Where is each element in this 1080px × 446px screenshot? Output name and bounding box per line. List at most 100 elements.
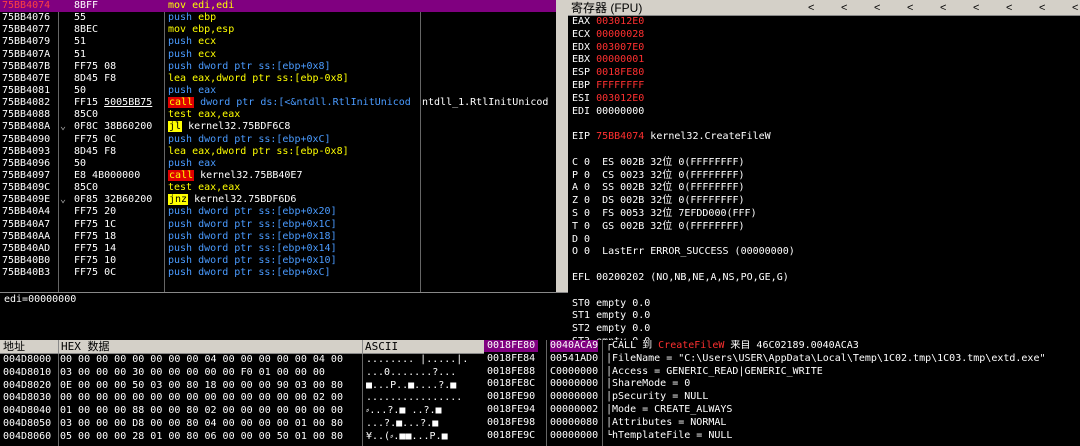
disasm-row[interactable]: 75BB40A4 FF75 20 push dword ptr ss:[ebp+0x…	[0, 206, 556, 218]
flag-row[interactable]: Z 0 DS 002B 32位 0(FFFFFFFF)	[568, 195, 1080, 208]
stack-row[interactable]: 0018FE88 C0000000 │Access = GENERIC_READ|G…	[484, 366, 1080, 379]
disasm-row[interactable]: 75BB4074 8BFF mov edi,edi	[0, 0, 556, 13]
disasm-row[interactable]: 75BB40AA FF75 18 push dword ptr ss:[ebp+0x…	[0, 231, 556, 243]
dump-row[interactable]: 004D8000 00 00 00 00 00 00 00 00 04 00 00…	[0, 354, 484, 367]
disasm-row[interactable]: 75BB4076 55 push ebp	[0, 12, 556, 24]
stack-value[interactable]: C0000000	[550, 366, 598, 378]
stack-value[interactable]: 00000000	[550, 391, 598, 403]
efl-row[interactable]: EFL 00200202 (NO,NB,NE,A,NS,PO,GE,G)	[568, 272, 1080, 285]
dump-ascii[interactable]: ¥..(⸗.■■...P.■	[366, 431, 482, 443]
register-value[interactable]: FFFFFFFF	[596, 80, 644, 91]
disasm-row[interactable]: 75BB4081 50 push eax	[0, 85, 556, 97]
register-row[interactable]: EBP FFFFFFFF	[568, 80, 1080, 93]
disasm-row[interactable]: 75BB407B FF75 08 push dword ptr ss:[ebp+0x…	[0, 61, 556, 73]
flag-row[interactable]: O 0 LastErr ERROR_SUCCESS (00000000)	[568, 246, 1080, 259]
register-row[interactable]: ESI 003012E0	[568, 93, 1080, 106]
register-scroll-arrow-icon[interactable]: <	[1006, 0, 1012, 16]
stack-row[interactable]: 0018FE90 00000000 │pSecurity = NULL	[484, 391, 1080, 404]
stack-value[interactable]: 00000000	[550, 430, 598, 442]
disasm-row[interactable]: 75BB4097 E8 4B000000 call kernel32.75BB40E…	[0, 169, 556, 182]
register-value[interactable]: 00000001	[596, 54, 644, 65]
register-value[interactable]: 0018FE80	[596, 67, 644, 78]
flag-row[interactable]: T 0 GS 002B 32位 0(FFFFFFFF)	[568, 221, 1080, 234]
register-value[interactable]: 75BB4074	[596, 131, 644, 142]
dump-col-ascii[interactable]: ASCII	[362, 340, 484, 354]
dump-col-address[interactable]: 地址	[3, 340, 25, 354]
stack-row[interactable]: 0018FE9C 00000000 └hTemplateFile = NULL	[484, 430, 1080, 443]
disasm-row[interactable]: 75BB40B3 FF75 0C push dword ptr ss:[ebp+0x…	[0, 267, 556, 279]
register-scroll-arrow-icon[interactable]: <	[841, 0, 847, 16]
disasm-row[interactable]: 75BB407E 8D45 F8 lea eax,dword ptr ss:[ebp…	[0, 73, 556, 85]
dump-ascii[interactable]: ⸗...?.■ ..?.■	[366, 405, 482, 417]
dump-hex[interactable]: 03 00 00 00 D8 00 00 80 04 00 00 00 00 0…	[60, 418, 343, 430]
dump-hex[interactable]: 00 00 00 00 00 00 00 00 00 00 00 00 00 0…	[60, 392, 343, 404]
dump-row[interactable]: 004D8050 03 00 00 00 D8 00 00 80 04 00 00…	[0, 418, 484, 431]
flag-row[interactable]: D 0	[568, 234, 1080, 247]
flag-row[interactable]: C 0 ES 002B 32位 0(FFFFFFFF)	[568, 157, 1080, 170]
dump-ascii[interactable]: ................	[366, 392, 482, 404]
disasm-row[interactable]: 75BB4096 50 push eax	[0, 158, 556, 170]
flag-row[interactable]: P 0 CS 0023 32位 0(FFFFFFFF)	[568, 170, 1080, 183]
disasm-row[interactable]: 75BB4082 FF15 5005BB75 call dword ptr ds:[…	[0, 97, 556, 109]
disassembly-pane[interactable]: 75BB4074 8BFF mov edi,edi 75BB4076 55 push eb…	[0, 0, 556, 292]
dump-ascii[interactable]: ■...P..■....?.■	[366, 380, 482, 392]
register-value[interactable]: 003012E0	[596, 16, 644, 27]
dump-hex[interactable]: 00 00 00 00 00 00 00 00 04 00 00 00 00 0…	[60, 354, 343, 366]
flag-row[interactable]: A 0 SS 002B 32位 0(FFFFFFFF)	[568, 182, 1080, 195]
disasm-row[interactable]: 75BB4079 51 push ecx	[0, 36, 556, 48]
stack-row[interactable]: 0018FE94 00000002 │Mode = CREATE_ALWAYS	[484, 404, 1080, 417]
register-value[interactable]: 003007E0	[596, 42, 644, 53]
stack-row[interactable]: 0018FE98 00000080 │Attributes = NORMAL	[484, 417, 1080, 430]
disasm-row[interactable]: 75BB409E ⌄ 0F85 32B60200 jnz kernel32.75BDF…	[0, 194, 556, 206]
stack-value[interactable]: 0040ACA9	[550, 340, 599, 352]
dump-hex[interactable]: 01 00 00 00 88 00 00 80 02 00 00 00 00 0…	[60, 405, 343, 417]
stack-row[interactable]: 0018FE80 0040ACA9 ┌CALL 到 CreateFileW 来自 4…	[484, 340, 1080, 353]
register-value[interactable]: 00000028	[596, 29, 644, 40]
disasm-row[interactable]: 75BB408A ⌄ 0F8C 38B60200 jl kernel32.75BDF6…	[0, 121, 556, 133]
register-row[interactable]: ESP 0018FE80	[568, 67, 1080, 80]
hex-dump-pane[interactable]: 地址 HEX 数据 ASCII 004D8000 00 00 00 00 00 0…	[0, 340, 484, 446]
fpu-row[interactable]: ST0 empty 0.0	[568, 298, 1080, 311]
dump-row[interactable]: 004D8060 05 00 00 00 28 01 00 80 06 00 00…	[0, 431, 484, 444]
dump-ascii[interactable]: ...?.■...?.■	[366, 418, 482, 430]
dump-hex[interactable]: 03 00 00 00 30 00 00 00 00 00 F0 01 00 0…	[60, 367, 325, 379]
disasm-row[interactable]: 75BB4093 8D45 F8 lea eax,dword ptr ss:[ebp…	[0, 146, 556, 158]
dump-row[interactable]: 004D8010 03 00 00 00 30 00 00 00 00 00 F0…	[0, 367, 484, 380]
register-row[interactable]: ECX 00000028	[568, 29, 1080, 42]
disasm-row[interactable]: 75BB407A 51 push ecx	[0, 49, 556, 61]
disasm-row[interactable]: 75BB4090 FF75 0C push dword ptr ss:[ebp+0x…	[0, 134, 556, 146]
disasm-row[interactable]: 75BB409C 85C0 test eax,eax	[0, 182, 556, 194]
register-value[interactable]: 00000000	[596, 106, 644, 117]
stack-pane[interactable]: 0018FE80 0040ACA9 ┌CALL 到 CreateFileW 来自 4…	[484, 340, 1080, 446]
disasm-row[interactable]: 75BB40A7 FF75 1C push dword ptr ss:[ebp+0x…	[0, 219, 556, 231]
register-scroll-arrow-icon[interactable]: <	[1072, 0, 1078, 16]
register-scroll-arrow-icon[interactable]: <	[940, 0, 946, 16]
register-scroll-arrow-icon[interactable]: <	[808, 0, 814, 16]
stack-value[interactable]: 00000080	[550, 417, 598, 429]
register-value[interactable]: 003012E0	[596, 93, 644, 104]
stack-row[interactable]: 0018FE84 00541AD0 │FileName = "C:\Users\US…	[484, 353, 1080, 366]
register-row[interactable]: EDX 003007E0	[568, 42, 1080, 55]
registers-pane[interactable]: 寄存器 (FPU) < < < < < < < < < EAX 003012E0 ECX 0000…	[568, 0, 1080, 340]
register-scroll-arrow-icon[interactable]: <	[907, 0, 913, 16]
dump-hex[interactable]: 0E 00 00 00 50 03 00 80 18 00 00 00 90 0…	[60, 380, 343, 392]
register-row[interactable]: EDI 00000000	[568, 106, 1080, 119]
dump-ascii[interactable]: ........ |.....|.	[366, 354, 482, 366]
eip-row[interactable]: EIP 75BB4074 kernel32.CreateFileW	[568, 131, 1080, 144]
stack-value[interactable]: 00541AD0	[550, 353, 598, 365]
dump-row[interactable]: 004D8030 00 00 00 00 00 00 00 00 00 00 00…	[0, 392, 484, 405]
dump-row[interactable]: 004D8020 0E 00 00 00 50 03 00 80 18 00 00…	[0, 380, 484, 393]
dump-ascii[interactable]: ...0.......?...	[366, 367, 482, 379]
stack-value[interactable]: 00000002	[550, 404, 598, 416]
fpu-row[interactable]: ST2 empty 0.0	[568, 323, 1080, 336]
register-scroll-arrow-icon[interactable]: <	[973, 0, 979, 16]
dump-col-hex[interactable]: HEX 数据	[58, 340, 110, 354]
fpu-row[interactable]: ST1 empty 0.0	[568, 310, 1080, 323]
disasm-row[interactable]: 75BB4077 8BEC mov ebp,esp	[0, 24, 556, 36]
register-row[interactable]: EAX 003012E0	[568, 16, 1080, 29]
register-scroll-arrow-icon[interactable]: <	[874, 0, 880, 16]
disasm-row[interactable]: 75BB40B0 FF75 10 push dword ptr ss:[ebp+0x…	[0, 255, 556, 267]
register-scroll-arrow-icon[interactable]: <	[1039, 0, 1045, 16]
disasm-row[interactable]: 75BB40AD FF75 14 push dword ptr ss:[ebp+0x…	[0, 243, 556, 255]
register-row[interactable]: EBX 00000001	[568, 54, 1080, 67]
